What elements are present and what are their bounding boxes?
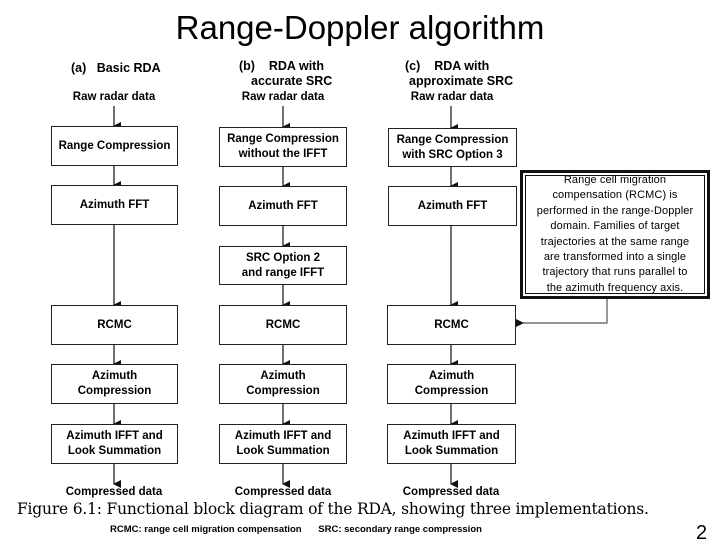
box-c-azimuth-fft-label: Azimuth FFT [417,199,488,212]
box-a-range-compression: Range Compression [51,126,178,166]
box-c-rcmc: RCMC [387,305,516,345]
box-a-rcmc-label: RCMC [97,318,132,331]
box-c-range-compression: Range Compression with SRC Option 3 [388,128,517,167]
box-b-range-compression-line2: without the IFFT [238,148,328,160]
callout-line: Range cell migration [563,173,667,186]
box-c-azimuth-compression-line2: Compression [414,385,489,397]
abbreviation-legend: RCMC: range cell migration compensation … [110,524,496,535]
callout-line: trajectories at the same range [540,235,690,248]
rcmc-callout: Range cell migration compensation (RCMC)… [520,170,710,299]
box-a-azimuth-ifft: Azimuth IFFT and Look Summation [51,424,178,464]
legend-rcmc: RCMC: range cell migration compensation [110,524,302,535]
box-a-azimuth-ifft-line1: Azimuth IFFT and [66,430,163,442]
box-b-azimuth-compression: Azimuth Compression [219,364,347,404]
box-b-azimuth-compression-line2: Compression [246,385,320,397]
callout-line: are transformed into a single [543,250,687,263]
box-c-rcmc-label: RCMC [434,318,469,331]
box-a-azimuth-fft: Azimuth FFT [51,185,178,225]
box-a-azimuth-ifft-line2: Look Summation [67,445,162,457]
box-c-range-compression-line2: with SRC Option 3 [402,148,503,161]
column-c-output: Compressed data [402,486,500,498]
box-b-azimuth-fft-label: Azimuth FFT [248,199,318,212]
callout-line: the azimuth frequency axis. [546,281,684,294]
box-b-azimuth-fft: Azimuth FFT [219,186,347,226]
box-b-azimuth-ifft-line2: Look Summation [236,445,330,457]
box-c-azimuth-compression: Azimuth Compression [387,364,516,404]
box-b-src-option-2: SRC Option 2 and range IFFT [219,246,347,285]
column-b-output: Compressed data [234,486,332,498]
box-a-azimuth-compression-line2: Compression [77,385,152,397]
callout-line: performed in the range-Doppler [536,204,694,217]
box-a-range-compression-label: Range Compression [58,139,171,152]
box-b-range-compression: Range Compression without the IFFT [219,127,347,167]
box-b-rcmc-label: RCMC [265,318,301,331]
box-c-azimuth-compression-line1: Azimuth [428,370,475,382]
box-b-src-line2: and range IFFT [241,266,325,279]
callout-line: trajectory that runs parallel to [542,266,688,279]
box-c-azimuth-ifft-line2: Look Summation [404,445,499,457]
box-b-range-compression-line1: Range Compression [227,133,339,145]
rcmc-callout-body: Range cell migration compensation (RCMC)… [525,173,705,294]
callout-line: compensation (RCMC) is [552,189,678,202]
box-b-src-line1: SRC Option 2 [245,251,321,264]
box-a-rcmc: RCMC [51,305,178,345]
page-number: 2 [696,522,708,544]
box-a-azimuth-compression: Azimuth Compression [51,364,178,404]
column-a-output: Compressed data [65,486,163,498]
box-c-azimuth-fft: Azimuth FFT [388,186,517,226]
figure-caption: Figure 6.1: Functional block diagram of … [17,500,649,518]
box-b-azimuth-ifft: Azimuth IFFT and Look Summation [219,424,347,464]
callout-line: domain. Families of target [550,220,680,233]
legend-src: SRC: secondary range compression [318,524,482,535]
box-c-azimuth-ifft-line1: Azimuth IFFT and [403,430,500,442]
box-b-rcmc: RCMC [219,305,347,345]
box-c-range-compression-line1: Range Compression [396,133,509,146]
box-b-azimuth-ifft-line1: Azimuth IFFT and [234,430,332,442]
box-c-azimuth-ifft: Azimuth IFFT and Look Summation [387,424,516,464]
box-b-azimuth-compression-line1: Azimuth [260,370,306,382]
box-a-azimuth-fft-label: Azimuth FFT [79,198,150,211]
callout-connector [516,299,608,327]
box-a-azimuth-compression-line1: Azimuth [91,370,138,382]
